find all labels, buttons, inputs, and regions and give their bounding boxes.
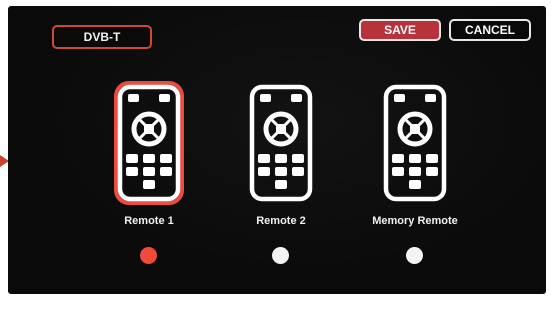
memory-remote-radio[interactable]	[406, 247, 423, 264]
remote-control-icon	[383, 84, 447, 202]
remote-control-icon	[249, 84, 313, 202]
tv-screen: DVB-T SAVE CANCEL Remote 1 Remote 2 Memo…	[8, 6, 546, 294]
remote-1-radio[interactable]	[140, 247, 157, 264]
save-button[interactable]: SAVE	[359, 19, 441, 41]
remote-2-option[interactable]	[244, 79, 318, 207]
remote-control-icon	[114, 81, 184, 205]
remote-2-radio[interactable]	[272, 247, 289, 264]
source-button[interactable]: DVB-T	[52, 25, 152, 49]
remote-1-label: Remote 1	[124, 215, 174, 227]
remote-2-label: Remote 2	[256, 215, 306, 227]
remote-1-option[interactable]	[112, 79, 186, 207]
memory-remote-option[interactable]	[378, 79, 452, 207]
memory-remote-label: Memory Remote	[372, 215, 458, 227]
cancel-button[interactable]: CANCEL	[449, 19, 531, 41]
